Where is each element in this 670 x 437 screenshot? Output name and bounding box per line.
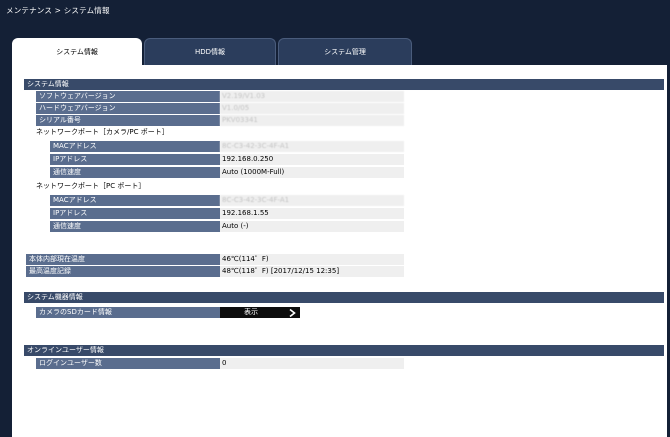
section-header-system-device-info: システム機器情報 xyxy=(24,292,664,303)
ip-address-value: 192.168.0.250 xyxy=(220,154,404,165)
pc-mac-address-label: MACアドレス xyxy=(50,195,220,206)
tab-hdd-info[interactable]: HDD情報 xyxy=(144,38,276,65)
pc-link-speed-label: 通信速度 xyxy=(50,221,220,232)
section-header-online-user-info: オンラインユーザー情報 xyxy=(24,345,664,356)
current-temperature-value: 46℃(114゜F) xyxy=(220,254,404,265)
hardware-version-label: ハードウェアバージョン xyxy=(36,103,220,114)
network-port-pc-title: ネットワークポート［PC ポート］ xyxy=(36,182,146,190)
pc-mac-address-value: 8C-C3-42-3C-4F-A1 xyxy=(220,195,404,206)
login-users-label: ログインユーザー数 xyxy=(36,358,220,369)
pc-link-speed-value: Auto (-) xyxy=(220,221,404,232)
link-speed-label: 通信速度 xyxy=(50,167,220,178)
section-header-system-info: システム情報 xyxy=(24,79,664,90)
breadcrumb: メンテナンス > システム情報 xyxy=(6,6,110,15)
software-version-value: V2.19/V1.03 xyxy=(220,91,404,102)
serial-number-label: シリアル番号 xyxy=(36,115,220,126)
sd-card-info-label: カメラのSDカード情報 xyxy=(36,307,220,318)
pc-ip-address-label: IPアドレス xyxy=(50,208,220,219)
max-temperature-value: 48℃(118゜F) [2017/12/15 12:35] xyxy=(220,266,404,277)
mac-address-value: 8C-C3-42-3C-4F-A1 xyxy=(220,141,404,152)
content-panel: システム情報 ソフトウェアバージョン V2.19/V1.03 ハードウェアバージ… xyxy=(12,65,667,437)
network-port-camera-title: ネットワークポート［カメラ/PC ポート］ xyxy=(36,128,169,136)
sd-card-show-button-label: 表示 xyxy=(244,308,258,316)
current-temperature-label: 本体内部現在温度 xyxy=(26,254,220,265)
tab-system-management[interactable]: システム管理 xyxy=(278,38,412,65)
chevron-right-icon xyxy=(289,308,296,317)
ip-address-label: IPアドレス xyxy=(50,154,220,165)
serial-number-value: PKV03341 xyxy=(220,115,404,126)
pc-ip-address-value: 192.168.1.55 xyxy=(220,208,404,219)
max-temperature-label: 最高温度記録 xyxy=(26,266,220,277)
tab-system-info[interactable]: システム情報 xyxy=(12,38,142,65)
software-version-label: ソフトウェアバージョン xyxy=(36,91,220,102)
sd-card-show-button[interactable]: 表示 xyxy=(220,307,300,318)
mac-address-label: MACアドレス xyxy=(50,141,220,152)
login-users-value: 0 xyxy=(220,358,404,369)
hardware-version-value: V1.0/05 xyxy=(220,103,404,114)
link-speed-value: Auto (1000M-Full) xyxy=(220,167,404,178)
